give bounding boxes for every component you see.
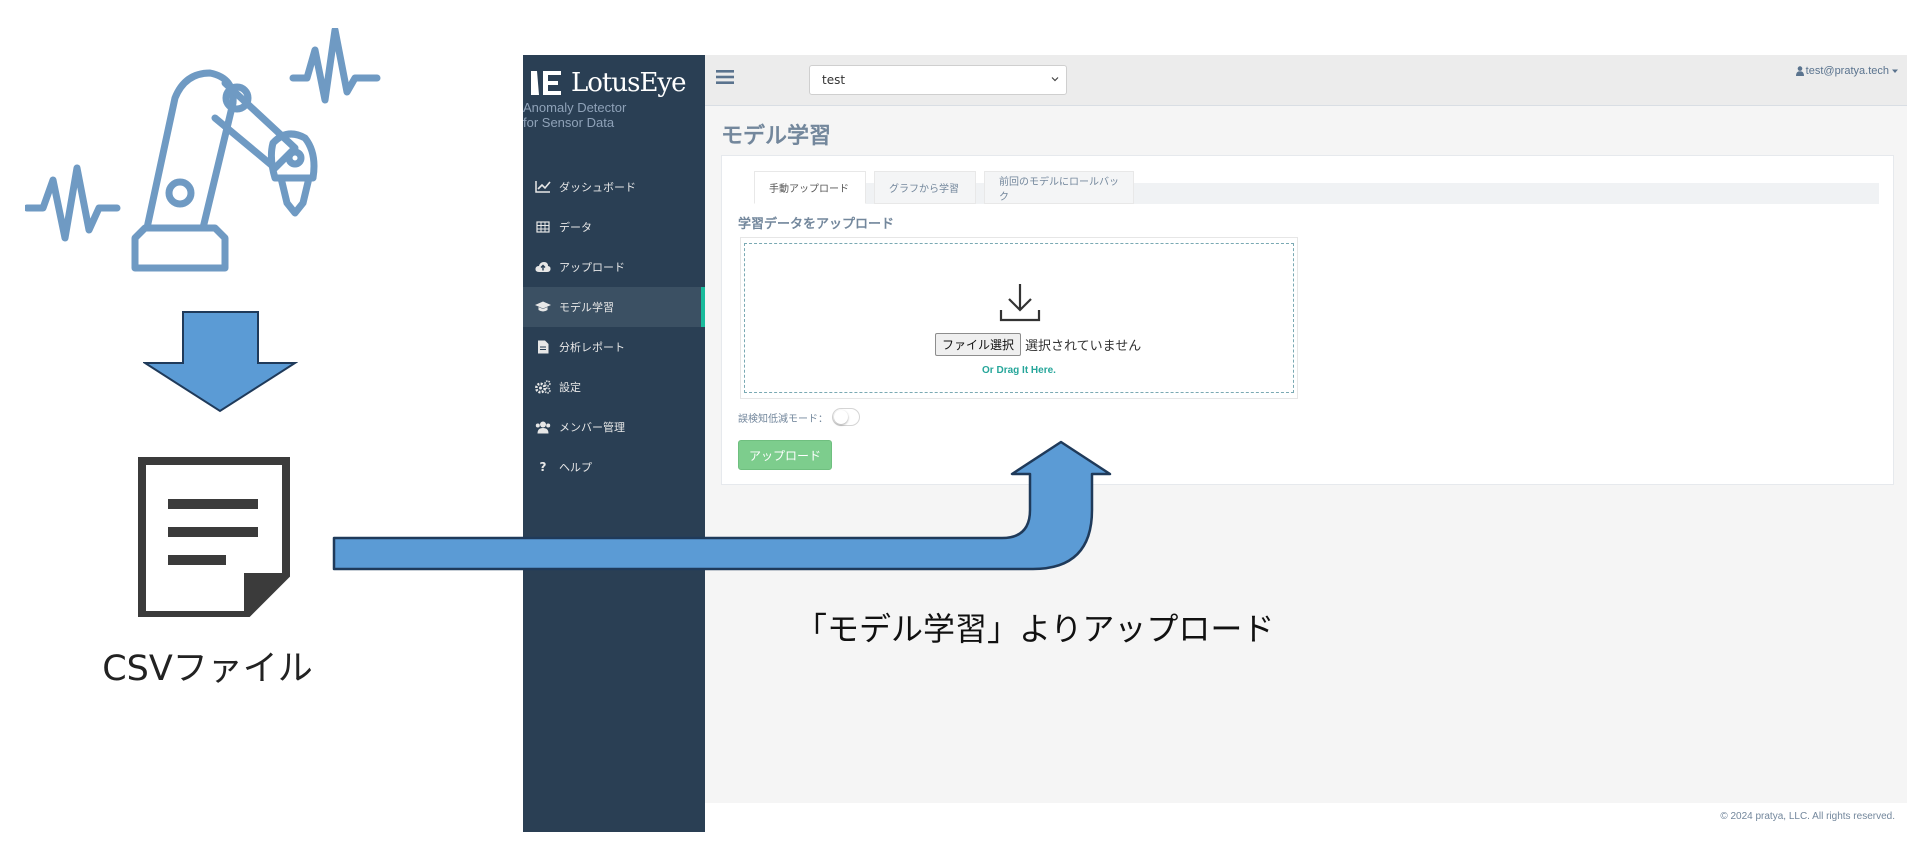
project-select-value: test (822, 73, 846, 87)
sidebar-item-label: モデル学習 (559, 301, 614, 314)
brand[interactable]: LotusEye (529, 63, 687, 103)
sidebar-item-label: データ (559, 221, 592, 234)
sidebar-item-model-training[interactable]: モデル学習 (523, 287, 705, 327)
project-select[interactable]: test (809, 65, 1067, 95)
toggle-knob (834, 410, 848, 424)
drag-hint: Or Drag It Here. (982, 365, 1056, 376)
brand-subtitle: Anomaly Detector (523, 100, 627, 115)
sidebar-item-upload[interactable]: アップロード (523, 247, 705, 287)
lotuseye-logo-icon (531, 71, 561, 95)
download-icon (999, 284, 1041, 322)
csv-file-label: CSVファイル (102, 649, 313, 689)
sensor-wave-icon (25, 164, 121, 242)
caption: 「モデル学習」よりアップロード (795, 610, 1275, 648)
sidebar-item-dashboard[interactable]: ダッシュボード (523, 167, 705, 207)
cloud-upload-icon (535, 260, 551, 274)
choose-file-button[interactable]: ファイル選択 (935, 333, 1022, 356)
file-icon (535, 340, 551, 354)
upload-heading: 学習データをアップロード (738, 217, 895, 232)
footer-copyright: © 2024 pratya, LLC. All rights reserved. (1720, 811, 1895, 822)
robot-arm-icon (25, 28, 381, 272)
sidebar-item-label: アップロード (559, 261, 625, 274)
sidebar-item-label: ダッシュボード (559, 181, 636, 194)
training-panel: 手動アップロード グラフから学習 前回のモデルにロールバック 学習データをアップ… (721, 155, 1894, 485)
flow-arrow-icon (332, 440, 1112, 571)
graduation-cap-icon (535, 300, 551, 314)
sidebar-item-label: メンバー管理 (559, 421, 625, 434)
sidebar-item-analysis-report[interactable]: 分析レポート (523, 327, 705, 367)
file-input-row: ファイル選択 選択されていません (935, 333, 1141, 356)
brand-subtitle: for Sensor Data (523, 115, 615, 130)
chevron-down-icon (1051, 77, 1059, 82)
user-email: test@pratya.tech (1805, 65, 1889, 77)
sidebar-item-label: 設定 (559, 381, 581, 394)
top-navbar: test test@pratya.tech (705, 55, 1907, 106)
false-alarm-mode-label: 誤検知低減モード： (738, 413, 828, 425)
tab-rollback-model[interactable]: 前回のモデルにロールバック (984, 171, 1134, 204)
sensor-wave-icon (289, 28, 381, 104)
line-chart-icon (535, 180, 551, 194)
tab-learn-from-graph[interactable]: グラフから学習 (874, 171, 976, 204)
footer: © 2024 pratya, LLC. All rights reserved. (705, 803, 1907, 832)
user-menu[interactable]: test@pratya.tech (1795, 65, 1899, 77)
document-icon (138, 457, 290, 617)
table-icon (535, 220, 551, 234)
tab-manual-upload[interactable]: 手動アップロード (754, 171, 866, 204)
brand-name: LotusEye (571, 68, 687, 98)
user-icon (1795, 66, 1804, 76)
sidebar-item-data[interactable]: データ (523, 207, 705, 247)
caret-down-icon (1892, 69, 1898, 73)
sidebar-item-label: 分析レポート (559, 341, 625, 354)
false-alarm-mode-row: 誤検知低減モード： (738, 408, 860, 426)
sidebar-item-settings[interactable]: 設定 (523, 367, 705, 407)
false-alarm-mode-toggle[interactable] (832, 408, 860, 426)
file-dropzone[interactable]: ファイル選択 選択されていません Or Drag It Here. (744, 243, 1294, 393)
down-arrow-icon (143, 311, 298, 413)
gears-icon (535, 380, 551, 394)
users-icon (535, 420, 551, 434)
file-status: 選択されていません (1025, 339, 1142, 354)
menu-toggle-icon[interactable] (715, 67, 735, 87)
page-title: モデル学習 (721, 124, 832, 149)
